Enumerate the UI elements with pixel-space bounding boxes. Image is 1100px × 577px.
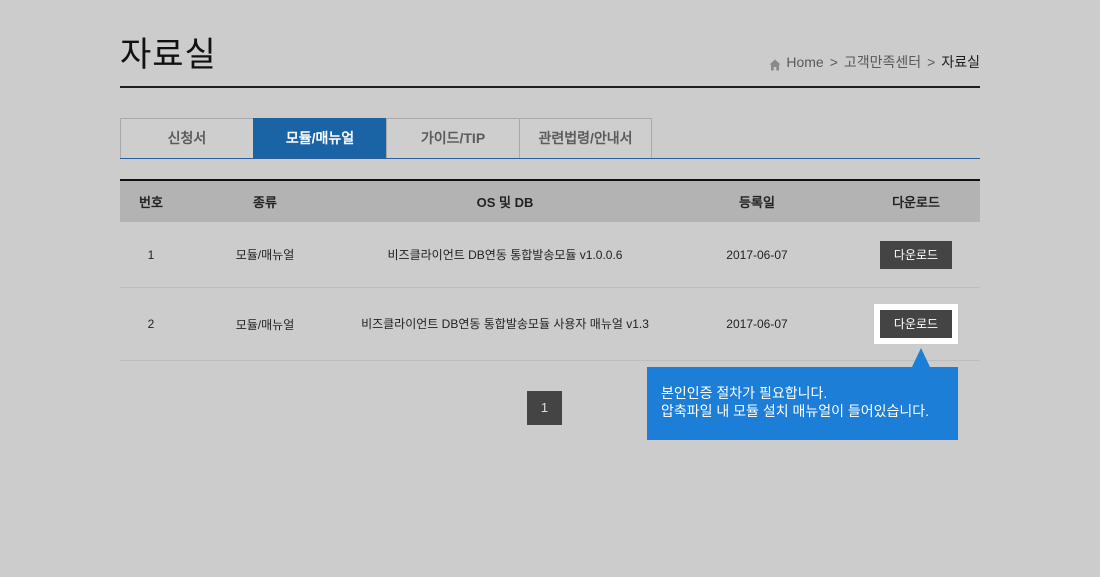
breadcrumb-separator: > <box>927 54 936 70</box>
download-table: 번호 종류 OS 및 DB 등록일 다운로드 1 모듈/매뉴얼 비즈클라이언트 … <box>120 179 980 361</box>
page-button-1[interactable]: 1 <box>527 391 562 425</box>
download-button-frame: 다운로드 <box>874 304 958 344</box>
cell-name: 비즈클라이언트 DB연동 통합발송모듈 사용자 매뉴얼 v1.3 <box>348 287 662 361</box>
download-tooltip: 본인인증 절차가 필요합니다. 압축파일 내 모듈 설치 매뉴얼이 들어있습니다… <box>647 367 958 440</box>
cell-type: 모듈/매뉴얼 <box>182 287 348 361</box>
item-name: 비즈클라이언트 DB연동 통합발송모듈 사용자 매뉴얼 v1.3 <box>361 317 649 331</box>
tab-underline <box>120 158 980 159</box>
breadcrumb-current: 자료실 <box>941 54 980 70</box>
tab-module-manual[interactable]: 모듈/매뉴얼 <box>253 118 386 158</box>
page-title: 자료실 <box>120 36 217 74</box>
tooltip-line-1: 본인인증 절차가 필요합니다. <box>661 385 828 401</box>
header-divider <box>120 86 980 88</box>
header-date: 등록일 <box>662 180 852 222</box>
breadcrumb-separator: > <box>829 54 838 70</box>
home-icon[interactable] <box>769 56 781 71</box>
cell-download: 다운로드 <box>852 222 980 288</box>
tab-application-form[interactable]: 신청서 <box>120 118 253 158</box>
cell-type: 모듈/매뉴얼 <box>182 222 348 288</box>
tab-bar: 신청서 모듈/매뉴얼 가이드/TIP 관련법령/안내서 <box>120 118 652 158</box>
header-type: 종류 <box>182 180 348 222</box>
header-os-db: OS 및 DB <box>348 180 662 222</box>
download-button[interactable]: 다운로드 <box>880 240 952 269</box>
table-header-row: 번호 종류 OS 및 DB 등록일 다운로드 <box>120 180 980 222</box>
pagination: 1 <box>527 391 562 425</box>
tooltip-arrow <box>912 348 930 367</box>
cell-name: 비즈클라이언트 DB연동 통합발송모듈 v1.0.0.6 <box>348 222 662 288</box>
download-button[interactable]: 다운로드 <box>880 310 952 338</box>
cell-no: 1 <box>120 222 182 288</box>
cell-date: 2017-06-07 <box>662 287 852 361</box>
breadcrumb-customer-center[interactable]: 고객만족센터 <box>844 52 921 72</box>
tab-guide-tip[interactable]: 가이드/TIP <box>386 118 519 158</box>
header-download: 다운로드 <box>852 180 980 222</box>
download-button-frame: 다운로드 <box>874 235 958 275</box>
tab-laws-guides[interactable]: 관련법령/안내서 <box>519 118 652 158</box>
item-name: 비즈클라이언트 DB연동 통합발송모듈 v1.0.0.6 <box>387 247 623 262</box>
breadcrumb: Home > 고객만족센터 > 자료실 <box>769 52 980 72</box>
header-no: 번호 <box>120 180 182 222</box>
cell-date: 2017-06-07 <box>662 222 852 288</box>
table-row: 1 모듈/매뉴얼 비즈클라이언트 DB연동 통합발송모듈 v1.0.0.6 20… <box>120 222 980 288</box>
tooltip-line-2: 압축파일 내 모듈 설치 매뉴얼이 들어있습니다. <box>661 403 930 419</box>
breadcrumb-home[interactable]: Home <box>786 52 823 72</box>
table-row: 2 모듈/매뉴얼 비즈클라이언트 DB연동 통합발송모듈 사용자 매뉴얼 v1.… <box>120 287 980 361</box>
cell-no: 2 <box>120 287 182 361</box>
